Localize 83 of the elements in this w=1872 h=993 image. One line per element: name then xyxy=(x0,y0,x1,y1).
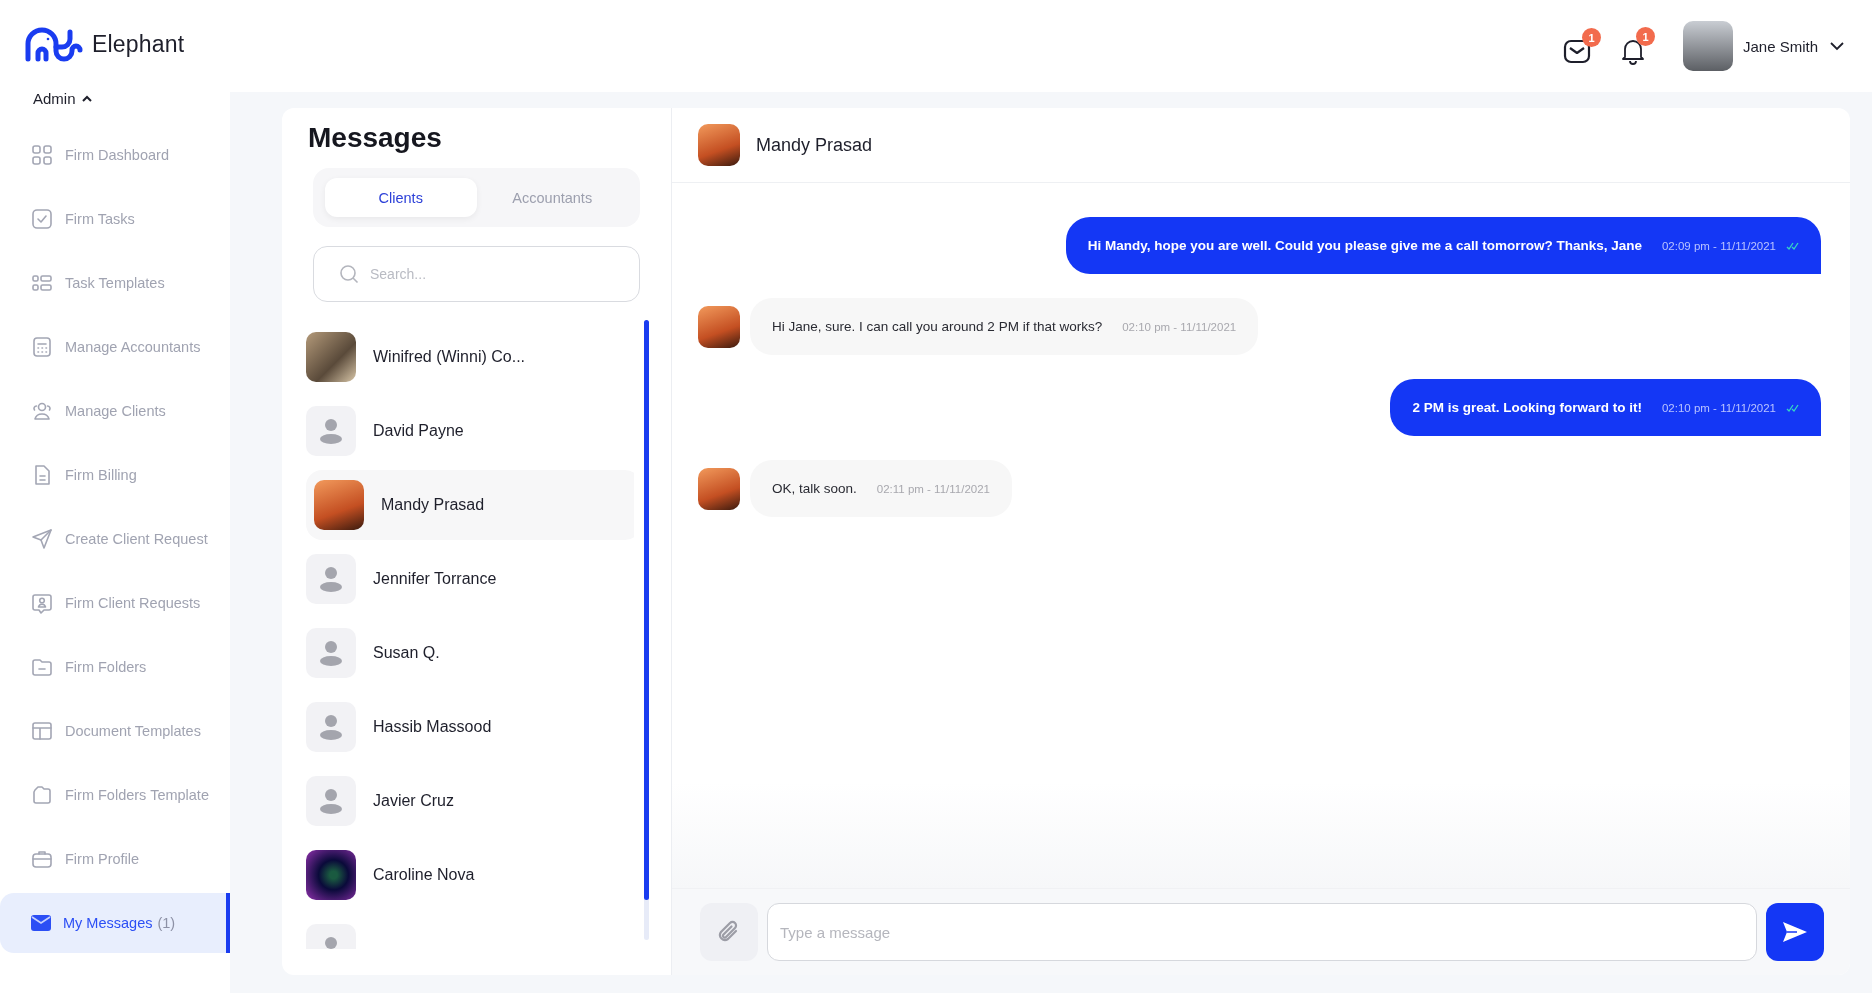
calculator-icon xyxy=(31,336,53,358)
folder-icon xyxy=(31,784,53,806)
user-avatar xyxy=(1682,21,1733,71)
nav-item[interactable]: Manage Accountants xyxy=(0,317,230,377)
layout-icon xyxy=(31,272,53,294)
grid-icon xyxy=(31,144,53,166)
panel-title: Messages xyxy=(308,122,443,154)
scrollbar[interactable] xyxy=(644,320,649,940)
nav-item[interactable]: Firm Folders xyxy=(0,637,230,697)
message-time: 02:10 pm - 11/11/2021 xyxy=(1661,401,1776,414)
contact-name: Jennifer Torrance xyxy=(373,570,497,588)
notification-badge: 1 xyxy=(1581,28,1601,47)
message-text: Hi Jane, sure. I can call you around 2 PM if that works? xyxy=(772,319,1103,334)
nav-item[interactable]: My Messages (1) xyxy=(0,893,230,953)
envelope-icon xyxy=(31,914,51,932)
bell-icon xyxy=(1620,37,1645,65)
nav-item[interactable]: Task Templates xyxy=(0,253,230,313)
chat-contact-name: Mandy Prasad xyxy=(756,134,873,156)
tab[interactable]: Accountants xyxy=(476,178,628,217)
contact-name: Caroline Nova xyxy=(373,866,475,884)
contact-item[interactable]: David Payne xyxy=(306,396,634,466)
nav-item[interactable]: Firm Profile xyxy=(0,829,230,889)
message-text: Hi Mandy, hope you are well. Could you please give me a call tomorrow? Thanks, Jane xyxy=(1087,238,1642,253)
nav-item[interactable]: Firm Tasks xyxy=(0,189,230,249)
nav-item[interactable]: Firm Folders Template xyxy=(0,765,230,825)
search-field[interactable]: Search... xyxy=(313,246,640,302)
checkbox-icon xyxy=(31,208,53,230)
photo-placeholder xyxy=(698,124,740,166)
briefcase-icon xyxy=(31,848,53,870)
search-icon xyxy=(339,264,359,284)
photo-placeholder xyxy=(306,850,356,900)
message-text: OK, talk soon. xyxy=(772,481,857,496)
nav-item[interactable]: Create Client Request xyxy=(0,509,230,569)
nav-item[interactable]: Firm Billing xyxy=(0,445,230,505)
chat-person-icon xyxy=(31,592,53,614)
send-icon xyxy=(1782,921,1808,943)
contact-name: Hassib Massood xyxy=(373,718,492,736)
message-time: 02:11 pm - 11/11/2021 xyxy=(876,482,990,495)
contact-item[interactable]: Mandy Prasad xyxy=(306,470,634,540)
contact-name: Susan Q. xyxy=(373,644,440,662)
photo-placeholder xyxy=(314,480,364,530)
contact-name: David Payne xyxy=(373,422,464,440)
mail-icon xyxy=(1562,38,1591,64)
contact-item[interactable]: Jennifer Torrance xyxy=(306,544,634,614)
person-icon xyxy=(319,418,343,444)
person-icon xyxy=(319,788,343,814)
person-icon xyxy=(319,714,343,740)
contact-item[interactable]: Winifred (Winni) Co... xyxy=(306,322,634,392)
message-time: 02:09 pm - 11/11/2021 xyxy=(1661,239,1776,252)
notification-badge: 1 xyxy=(1635,27,1655,46)
message-time: 02:10 pm - 11/11/2021 xyxy=(1122,320,1237,333)
notifications-button[interactable]: 1 xyxy=(1620,27,1655,65)
folder-icon xyxy=(31,656,53,678)
tab[interactable]: Clients xyxy=(325,178,477,217)
contact-item[interactable]: Javier Cruz xyxy=(306,766,634,836)
users-icon xyxy=(31,400,53,422)
person-icon xyxy=(319,640,343,666)
nav-item[interactable]: Firm Dashboard xyxy=(0,125,230,185)
nav-item[interactable]: Document Templates xyxy=(0,701,230,761)
elephant-logo-icon xyxy=(24,26,84,62)
photo-placeholder xyxy=(306,332,356,382)
photo-placeholder xyxy=(698,467,740,510)
mail-button[interactable]: 1 xyxy=(1562,28,1601,64)
admin-menu-toggle[interactable]: Admin xyxy=(33,90,92,107)
brand-name: Elephant xyxy=(92,30,185,58)
send-icon xyxy=(31,528,53,550)
message-input[interactable]: Type a message xyxy=(767,903,1757,961)
person-icon xyxy=(319,566,343,592)
contact-item[interactable]: Susan Q. xyxy=(306,618,634,688)
contact-item[interactable]: Caroline Nova xyxy=(306,840,634,910)
unread-count: (1) xyxy=(157,915,176,931)
message-text: 2 PM is great. Looking forward to it! xyxy=(1412,400,1642,415)
user-menu-button[interactable]: Jane Smith xyxy=(1742,37,1844,55)
contact-name: Mandy Prasad xyxy=(381,496,485,514)
nav-item[interactable]: Firm Client Requests xyxy=(0,573,230,633)
contact-item[interactable]: Hassib Massood xyxy=(306,692,634,762)
send-button[interactable] xyxy=(1766,903,1824,961)
photo-placeholder xyxy=(698,305,740,348)
table-icon xyxy=(31,720,53,742)
chevron-down-icon xyxy=(1830,41,1844,51)
contact-name: Javier Cruz xyxy=(373,792,454,810)
contact-name: Winifred (Winni) Co... xyxy=(373,348,526,366)
nav-item[interactable]: Manage Clients xyxy=(0,381,230,441)
